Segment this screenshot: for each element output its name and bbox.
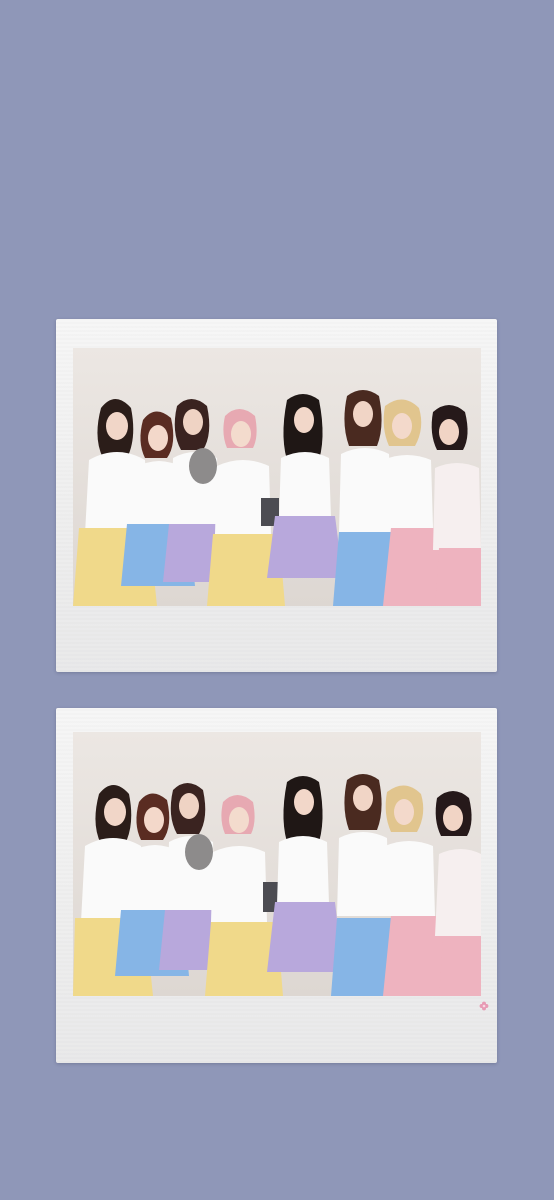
polaroid-frame-top[interactable] xyxy=(56,319,497,672)
group-photo-bottom[interactable] xyxy=(73,732,481,996)
group-photo-icon xyxy=(73,732,481,996)
flower-sticker-icon xyxy=(479,1001,489,1011)
polaroid-frame-bottom[interactable] xyxy=(56,708,497,1063)
wallpaper-background xyxy=(0,0,554,1200)
group-photo-icon xyxy=(73,348,481,606)
group-photo-top[interactable] xyxy=(73,348,481,606)
